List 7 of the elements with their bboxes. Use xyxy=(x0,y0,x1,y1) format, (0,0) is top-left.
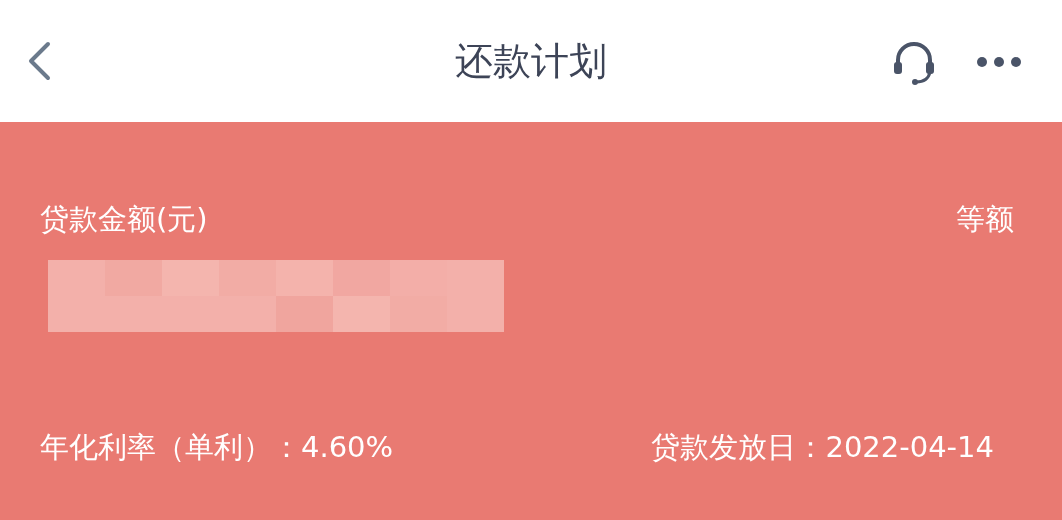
back-icon[interactable] xyxy=(26,41,52,81)
more-icon[interactable] xyxy=(976,56,1022,68)
issue-date: 贷款发放日：2022-04-14 xyxy=(651,429,994,466)
page-title: 还款计划 xyxy=(455,37,607,85)
repayment-type: 等额 xyxy=(956,201,1014,238)
interest-rate: 年化利率（单利）：4.60% xyxy=(40,429,394,466)
amount-label: 贷款金额(元) xyxy=(40,201,208,238)
